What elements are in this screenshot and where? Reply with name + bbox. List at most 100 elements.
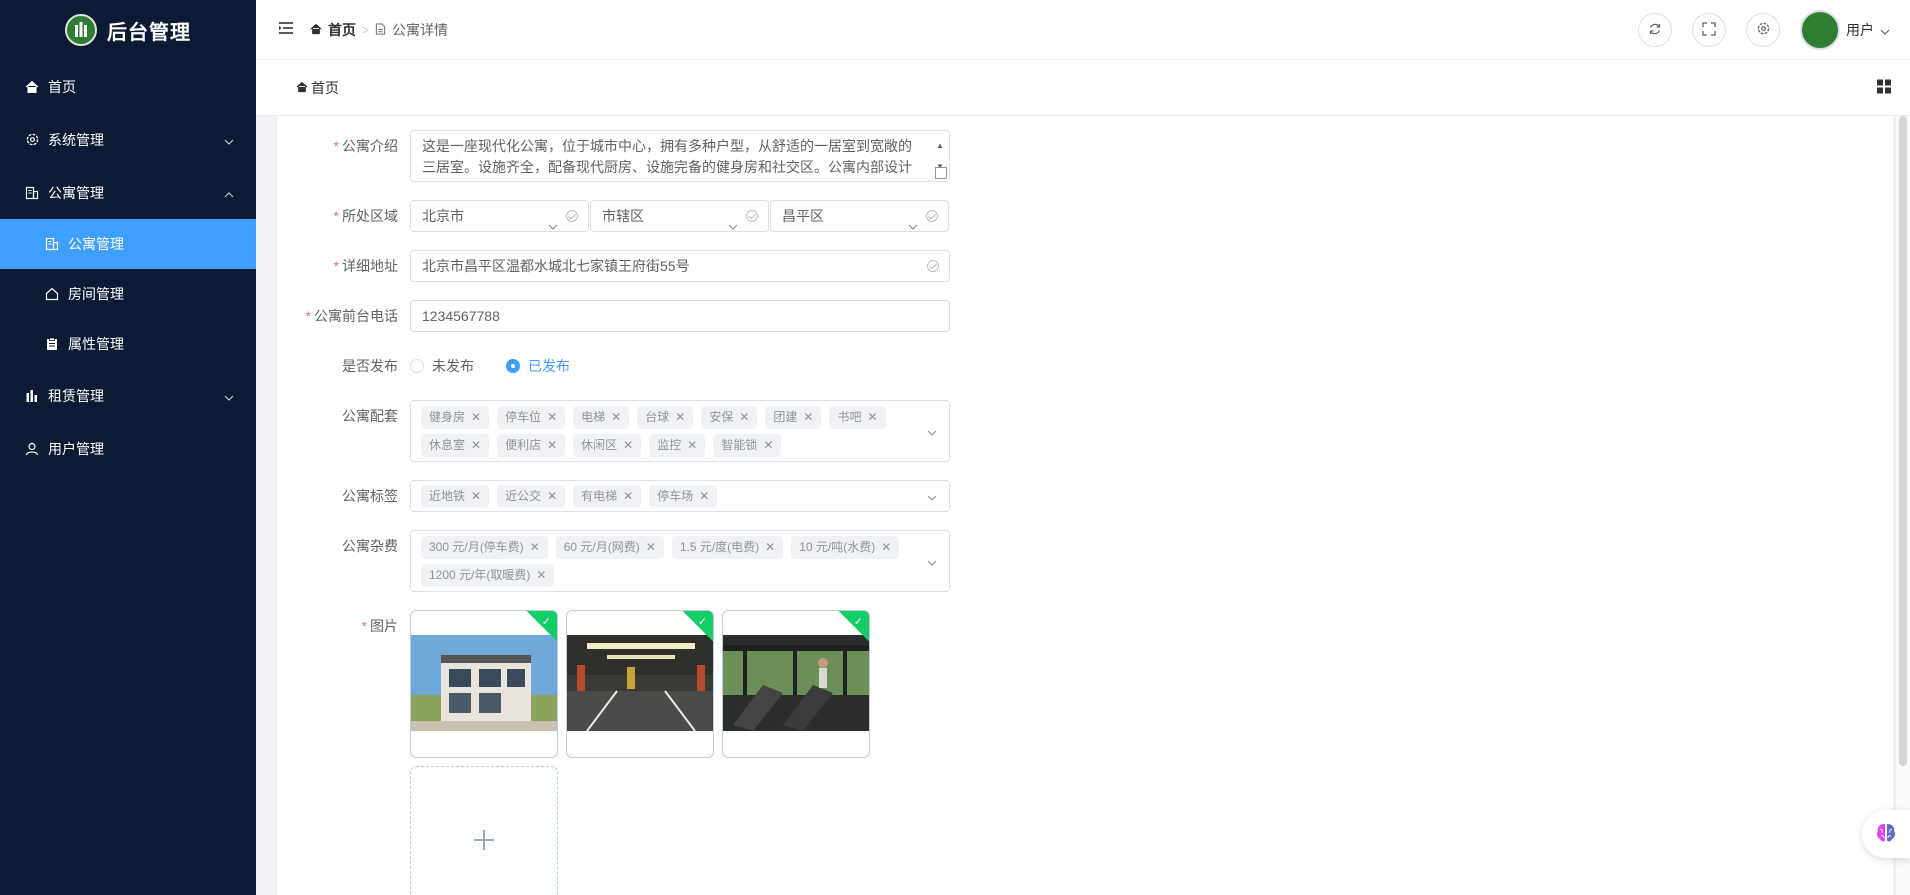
sidebar-item-home[interactable]: 首页 — [0, 60, 256, 113]
fees-select[interactable]: 300 元/月(停车费) ✕ 60 元/月(网费) ✕ 1.5 元/度(电费) ✕ 1… — [410, 530, 950, 592]
user-menu[interactable]: 用户 — [1800, 10, 1890, 50]
gear-icon — [24, 132, 40, 148]
close-icon[interactable]: ✕ — [881, 536, 891, 559]
province-select[interactable]: 北京市 — [410, 200, 589, 232]
tag: 电梯 ✕ — [573, 405, 630, 429]
header-actions: 用户 — [1638, 0, 1890, 60]
form-row-intro: * 公寓介绍 这是一座现代化公寓，位于城市中心，拥有多种户型，从舒适的一居室到宽敞… — [277, 130, 950, 182]
tab-label: 首页 — [311, 80, 339, 96]
sidebar-subitem-apartment[interactable]: 公寓管理 — [0, 219, 256, 269]
address-input[interactable]: 北京市昌平区温都水城北七家镇王府街55号 — [410, 250, 950, 282]
close-icon[interactable]: ✕ — [699, 485, 709, 508]
scrollbar-thumb[interactable] — [1899, 116, 1907, 766]
district-select[interactable]: 昌平区 — [770, 200, 949, 232]
form-row-address: * 详细地址 北京市昌平区温都水城北七家镇王府街55号 — [277, 250, 950, 282]
close-icon[interactable]: ✕ — [739, 406, 749, 429]
close-icon[interactable]: ✕ — [803, 406, 813, 429]
close-icon[interactable]: ✕ — [867, 406, 877, 429]
close-icon[interactable]: ✕ — [765, 536, 775, 559]
tag: 停车位 ✕ — [497, 405, 566, 429]
house-icon — [44, 286, 60, 302]
close-icon[interactable]: ✕ — [530, 536, 540, 559]
field-label: * 图片 — [361, 618, 398, 634]
image-thumbnail[interactable]: ✓ — [410, 610, 558, 758]
facilities-select[interactable]: 健身房 ✕ 停车位 ✕ 电梯 ✕ 台球 ✕ 安保 ✕ 团建 ✕ 书吧 ✕ 休息室 ✕ 便利店 ✕ … — [410, 400, 950, 462]
sidebar-subitem-attribute[interactable]: 属性管理 — [0, 319, 256, 369]
breadcrumb-home[interactable]: 首页 — [328, 20, 356, 40]
sidebar-item-user[interactable]: 用户管理 — [0, 422, 256, 475]
field-label: 是否发布 — [342, 358, 398, 374]
field-label: * 公寓介绍 — [333, 138, 398, 154]
close-icon[interactable]: ✕ — [547, 406, 557, 429]
resize-handle[interactable] — [935, 167, 947, 179]
clipboard-icon — [44, 336, 60, 352]
tag: 台球 ✕ — [637, 405, 694, 429]
grid-icon[interactable] — [1876, 79, 1892, 98]
close-icon[interactable]: ✕ — [763, 434, 773, 457]
close-icon[interactable]: ✕ — [623, 485, 633, 508]
labels-select[interactable]: 近地铁 ✕ 近公交 ✕ 有电梯 ✕ 停车场 ✕ — [410, 480, 950, 512]
close-icon[interactable]: ✕ — [547, 485, 557, 508]
close-icon[interactable]: ✕ — [471, 485, 481, 508]
floating-assistant-button[interactable] — [1862, 810, 1910, 858]
chevron-down-icon — [927, 423, 937, 439]
sidebar-item-apartment[interactable]: 公寓管理 — [0, 166, 256, 219]
close-icon[interactable]: ✕ — [471, 406, 481, 429]
tag: 书吧 ✕ — [829, 405, 886, 429]
tag: 团建 ✕ — [765, 405, 822, 429]
form-row-phone: * 公寓前台电话 1234567788 — [277, 300, 950, 332]
add-image-button[interactable] — [410, 766, 558, 895]
close-icon[interactable]: ✕ — [675, 406, 685, 429]
tag: 1.5 元/度(电费) ✕ — [671, 535, 784, 559]
sidebar-subitem-label: 公寓管理 — [68, 236, 124, 252]
sidebar-subitem-room[interactable]: 房间管理 — [0, 269, 256, 319]
home-icon — [24, 79, 40, 95]
fullscreen-button[interactable] — [1692, 13, 1726, 47]
image-thumbnail[interactable]: ✓ — [566, 610, 714, 758]
phone-input[interactable]: 1234567788 — [410, 300, 950, 332]
avatar — [1800, 10, 1840, 50]
field-label: 公寓标签 — [342, 488, 398, 504]
close-icon[interactable]: ✕ — [646, 536, 656, 559]
close-icon[interactable]: ✕ — [471, 434, 481, 457]
close-icon[interactable]: ✕ — [611, 406, 621, 429]
radio-published[interactable]: 已发布 — [506, 356, 570, 376]
top-header: 首页 > 公寓详情 用户 — [256, 0, 1910, 60]
logo-icon — [65, 14, 97, 46]
chevron-down-icon — [224, 388, 234, 404]
textarea-spinner[interactable]: ▲ ▼ — [933, 135, 947, 171]
field-label: * 所处区域 — [333, 208, 398, 224]
menu-toggle-icon[interactable] — [278, 21, 296, 38]
close-icon[interactable]: ✕ — [623, 434, 633, 457]
document-icon — [375, 22, 386, 38]
check-circle-icon — [746, 210, 758, 222]
building-icon — [24, 185, 40, 201]
chevron-down-icon — [908, 210, 918, 240]
image-thumbnail[interactable]: ✓ — [722, 610, 870, 758]
tag: 便利店 ✕ — [497, 433, 566, 457]
field-label: 公寓配套 — [342, 408, 398, 424]
refresh-button[interactable] — [1638, 13, 1672, 47]
refresh-icon — [1648, 22, 1662, 39]
parking-photo — [567, 635, 713, 731]
radio-unpublished[interactable]: 未发布 — [410, 356, 474, 376]
tag: 1200 元/年(取暖费) ✕ — [421, 563, 555, 587]
settings-button[interactable] — [1746, 13, 1780, 47]
sidebar: 后台管理 首页 系统管理 公寓管理 公寓管理 房间管理 属性管理 租赁管理 用户… — [0, 0, 256, 895]
gym-photo — [723, 635, 869, 731]
form-row-fees: 公寓杂费 300 元/月(停车费) ✕ 60 元/月(网费) ✕ 1.5 元/度(电… — [277, 530, 950, 592]
brain-icon — [1873, 820, 1899, 849]
close-icon[interactable]: ✕ — [536, 564, 546, 587]
city-select[interactable]: 市辖区 — [590, 200, 769, 232]
intro-textarea[interactable]: 这是一座现代化公寓，位于城市中心，拥有多种户型，从舒适的一居室到宽敞的三居室。设… — [410, 130, 950, 182]
sidebar-item-lease[interactable]: 租赁管理 — [0, 369, 256, 422]
check-icon: ✓ — [697, 616, 707, 628]
check-circle-icon — [926, 210, 938, 222]
tag: 有电梯 ✕ — [573, 484, 642, 508]
close-icon[interactable]: ✕ — [547, 434, 557, 457]
sidebar-item-system[interactable]: 系统管理 — [0, 113, 256, 166]
form-row-labels: 公寓标签 近地铁 ✕ 近公交 ✕ 有电梯 ✕ 停车场 ✕ — [277, 480, 950, 512]
tag: 休息室 ✕ — [421, 433, 490, 457]
tab-home[interactable]: 首页 — [296, 78, 339, 98]
close-icon[interactable]: ✕ — [687, 434, 697, 457]
